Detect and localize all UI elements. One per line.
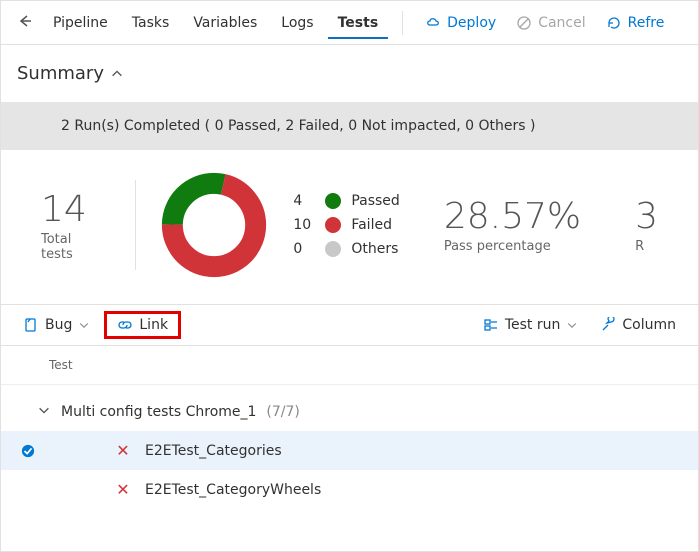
link-button[interactable]: Link [104, 311, 181, 339]
legend-others: 0 Others [293, 241, 399, 257]
stats-divider [135, 180, 136, 270]
total-tests-stat: 14 Total tests [41, 189, 111, 262]
cancel-button: Cancel [508, 9, 593, 37]
link-label: Link [139, 317, 168, 333]
test-run-label: Test run [505, 317, 561, 333]
cut-stat: 3 R [635, 196, 682, 254]
legend-others-label: Others [351, 241, 398, 257]
legend-failed-label: Failed [351, 217, 392, 233]
total-tests-label: Total tests [41, 232, 87, 262]
nav-divider [402, 11, 403, 35]
link-icon [117, 317, 133, 333]
status-bar: 2 Run(s) Completed ( 0 Passed, 2 Failed,… [1, 102, 698, 150]
bug-button[interactable]: Bug [15, 311, 98, 339]
dot-icon-green [325, 193, 341, 209]
chevron-down-icon [78, 319, 90, 331]
legend-passed-num: 4 [293, 193, 315, 209]
pass-percentage-number: 28.57% [444, 196, 581, 237]
failed-x-icon: ✕ [115, 441, 131, 460]
test-group-name: Multi config tests Chrome_1 [61, 404, 256, 420]
tab-pipeline[interactable]: Pipeline [43, 7, 118, 39]
column-options-button[interactable]: Column [592, 311, 684, 339]
failed-x-icon: ✕ [115, 480, 131, 499]
wrench-icon [600, 317, 616, 333]
dot-icon-red [325, 217, 341, 233]
legend-others-num: 0 [293, 241, 315, 257]
test-row[interactable]: ✕ E2ETest_Categories [1, 431, 698, 470]
bug-label: Bug [45, 317, 72, 333]
legend-passed-label: Passed [351, 193, 399, 209]
tab-tasks[interactable]: Tasks [122, 7, 180, 39]
test-name: E2ETest_CategoryWheels [145, 482, 321, 498]
legend-failed-num: 10 [293, 217, 315, 233]
deploy-label: Deploy [447, 15, 496, 31]
chevron-down-icon [566, 319, 578, 331]
column-header-test[interactable]: Test [1, 346, 698, 385]
bug-icon [23, 317, 39, 333]
summary-title: Summary [17, 63, 104, 84]
test-name: E2ETest_Categories [145, 443, 282, 459]
tab-tests[interactable]: Tests [328, 7, 389, 39]
top-nav: Pipeline Tasks Variables Logs Tests Depl… [1, 1, 698, 45]
tab-logs[interactable]: Logs [271, 7, 323, 39]
test-row[interactable]: ✕ E2ETest_CategoryWheels [1, 470, 698, 509]
test-group-row[interactable]: Multi config tests Chrome_1 (7/7) [1, 393, 698, 431]
selected-check-icon [21, 444, 35, 458]
back-arrow-icon[interactable] [11, 7, 39, 39]
cancel-label: Cancel [538, 15, 585, 31]
cut-number: 3 [635, 196, 658, 237]
results-donut-chart [159, 170, 269, 280]
test-run-button[interactable]: Test run [475, 311, 587, 339]
test-run-icon [483, 317, 499, 333]
chevron-up-icon [110, 67, 124, 81]
stats-row: 14 Total tests 4 Passed 10 Failed 0 Othe… [1, 150, 698, 304]
legend-passed: 4 Passed [293, 193, 399, 209]
column-label: Column [622, 317, 676, 333]
summary-header[interactable]: Summary [1, 45, 698, 102]
chevron-down-icon[interactable] [37, 403, 51, 421]
legend-failed: 10 Failed [293, 217, 399, 233]
toolbar: Bug Link Test run Column [1, 304, 698, 346]
dot-icon-gray [325, 241, 341, 257]
refresh-button[interactable]: Refre [598, 9, 673, 37]
deploy-button[interactable]: Deploy [417, 9, 504, 37]
total-tests-number: 14 [41, 189, 87, 230]
tab-variables[interactable]: Variables [183, 7, 267, 39]
chart-legend: 4 Passed 10 Failed 0 Others [293, 193, 399, 257]
refresh-label: Refre [628, 15, 665, 31]
test-tree: Multi config tests Chrome_1 (7/7) ✕ E2ET… [1, 385, 698, 509]
cut-label: R [635, 239, 658, 254]
pass-percentage-label: Pass percentage [444, 239, 581, 254]
test-group-count: (7/7) [266, 404, 299, 420]
pass-percentage-stat: 28.57% Pass percentage [444, 196, 605, 254]
